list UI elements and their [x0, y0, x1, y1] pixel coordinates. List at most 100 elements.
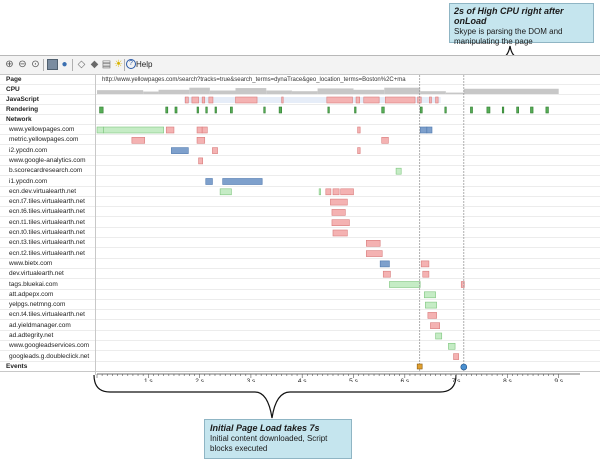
axis-tick-label: 3 s [247, 378, 256, 382]
rendering-bar[interactable] [419, 106, 423, 114]
network-bar[interactable] [366, 250, 383, 257]
network-bar[interactable] [427, 312, 437, 319]
network-bar[interactable] [426, 126, 433, 134]
network-bar[interactable] [420, 260, 430, 268]
network-bar[interactable] [430, 322, 440, 330]
javascript-bar[interactable] [201, 96, 206, 104]
network-bar[interactable] [331, 209, 346, 216]
network-bar[interactable] [201, 126, 208, 134]
rendering-bar[interactable] [381, 106, 385, 114]
network-bar[interactable] [453, 353, 459, 360]
dom-ready-event-icon[interactable] [416, 363, 423, 370]
cpu-bar[interactable] [266, 90, 292, 95]
cpu-bar[interactable] [97, 90, 144, 94]
network-bar[interactable] [103, 126, 164, 134]
network-bar[interactable] [96, 126, 104, 134]
cpu-bar[interactable] [463, 88, 559, 94]
rendering-bar[interactable] [327, 106, 330, 114]
cpu-bar[interactable] [353, 89, 385, 94]
network-bar[interactable] [425, 301, 437, 309]
axis-tick-label: 1 s [144, 378, 153, 382]
network-bar[interactable] [219, 188, 232, 196]
javascript-bar[interactable] [429, 96, 432, 104]
network-bar[interactable] [357, 147, 361, 154]
network-bar[interactable] [382, 270, 391, 278]
axis-tick-label: 4 s [298, 378, 307, 382]
axis-tick-label: 2 s [195, 378, 204, 382]
javascript-bar[interactable] [385, 96, 416, 104]
network-bar[interactable] [165, 126, 175, 134]
cpu-bar[interactable] [235, 88, 267, 94]
axis-tick-label: 9 s [554, 378, 563, 382]
rendering-bar[interactable] [444, 106, 447, 114]
network-bar[interactable] [331, 219, 350, 226]
rendering-bar[interactable] [486, 106, 491, 114]
rendering-bar[interactable] [545, 106, 549, 114]
rendering-bar[interactable] [530, 106, 534, 114]
javascript-bar[interactable] [281, 96, 284, 104]
rendering-bar[interactable] [516, 106, 519, 114]
cpu-bar[interactable] [291, 91, 318, 94]
cpu-bar[interactable] [384, 87, 421, 94]
rendering-bar[interactable] [263, 106, 266, 114]
network-bar[interactable] [357, 126, 361, 134]
network-bar[interactable] [366, 240, 381, 247]
network-bar[interactable] [340, 188, 354, 196]
javascript-bar[interactable] [208, 96, 214, 104]
axis-tick-label: 5 s [349, 378, 358, 382]
network-bar[interactable] [423, 291, 436, 299]
rendering-bar[interactable] [165, 106, 169, 114]
network-bar[interactable] [198, 157, 203, 165]
axis-tick-label: 6 s [400, 378, 409, 382]
network-bar[interactable] [422, 270, 430, 278]
javascript-bar[interactable] [363, 96, 380, 104]
network-bar[interactable] [379, 260, 390, 268]
network-bar[interactable] [435, 332, 443, 340]
network-bar[interactable] [395, 167, 402, 175]
javascript-bar[interactable] [184, 96, 189, 104]
cpu-bar[interactable] [317, 88, 354, 94]
javascript-bar[interactable] [191, 96, 199, 104]
network-bar[interactable] [381, 137, 389, 144]
rendering-bar[interactable] [205, 106, 208, 114]
network-bar[interactable] [318, 188, 321, 196]
cpu-bar[interactable] [420, 91, 446, 94]
network-bar[interactable] [171, 147, 189, 154]
network-bar[interactable] [196, 126, 203, 134]
rendering-bar[interactable] [214, 106, 217, 114]
network-bar[interactable] [212, 147, 218, 154]
cpu-bar[interactable] [189, 87, 210, 94]
rendering-bar[interactable] [501, 106, 505, 114]
rendering-bar[interactable] [278, 106, 282, 114]
network-bar[interactable] [131, 137, 146, 144]
onload-event-icon[interactable] [460, 363, 468, 371]
network-bar[interactable] [332, 229, 348, 237]
cpu-bar[interactable] [158, 89, 190, 94]
network-bar[interactable] [222, 178, 263, 185]
rendering-bar[interactable] [196, 106, 199, 114]
timeline-marks: 1 s 2 s 3 s 4 s 5 s 6 s 7 s 8 s 9 s [96, 75, 580, 382]
rendering-bar[interactable] [230, 106, 233, 114]
network-bar[interactable] [196, 137, 206, 144]
rendering-bar[interactable] [470, 106, 473, 114]
javascript-bar[interactable] [326, 96, 353, 104]
axis-tick-label: 8 s [503, 378, 512, 382]
cpu-bar[interactable] [143, 91, 159, 94]
javascript-bar[interactable] [235, 96, 258, 104]
network-bar[interactable] [332, 188, 340, 196]
rendering-bar[interactable] [99, 106, 104, 114]
network-bar[interactable] [448, 342, 456, 350]
network-bar[interactable] [325, 188, 332, 196]
javascript-bar[interactable] [435, 96, 439, 104]
network-bar[interactable] [389, 281, 421, 288]
rendering-bar[interactable] [354, 106, 357, 114]
axis-tick-label: 7 s [452, 378, 461, 382]
cpu-bar[interactable] [209, 90, 236, 95]
javascript-bar[interactable] [355, 96, 360, 104]
rendering-bar[interactable] [174, 106, 178, 114]
timeline-panel: ⊕ ⊖ ⊙ ● ◇ ◆ ▤ ☀ ? Help Page http://www.y… [0, 55, 600, 382]
network-bar[interactable] [419, 126, 428, 134]
network-bar[interactable] [205, 178, 213, 185]
network-bar[interactable] [330, 198, 348, 206]
cpu-bar[interactable] [445, 92, 464, 94]
